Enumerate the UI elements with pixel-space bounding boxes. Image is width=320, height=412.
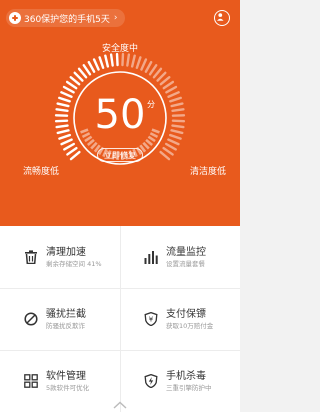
gauge-tick — [152, 67, 163, 79]
gauge-inner-tick — [86, 138, 95, 146]
gauge-tick — [121, 52, 125, 67]
feature-grid: 清理加速 剩余存储空间 41% 流量监控 设置流量套餐 骚扰拦截 防骚扰反欺诈 … — [0, 226, 240, 412]
top-bar: 360保护您的手机5天 › — [0, 0, 240, 34]
feature-title: 清理加速 — [46, 246, 86, 258]
gauge-tick — [62, 85, 75, 94]
gauge-tick — [115, 52, 119, 67]
gauge-tick — [148, 64, 158, 76]
safety-status: 安全度中 — [101, 44, 138, 54]
feature-app-manager[interactable]: 软件管理 5款软件可优化 — [0, 350, 120, 412]
feature-subtitle: 5款软件可优化 — [46, 383, 90, 392]
trash-icon — [25, 250, 37, 264]
feature-subtitle: 三重引擎防护中 — [166, 383, 212, 392]
gauge-tick — [135, 56, 142, 69]
chevron-up-icon[interactable] — [113, 401, 127, 409]
feature-title: 支付保镖 — [166, 308, 206, 320]
gauge-inner-tick — [145, 138, 154, 146]
gauge-inner-tick — [142, 141, 150, 150]
score-value: 50 — [94, 92, 146, 138]
feature-title: 流量监控 — [166, 246, 206, 258]
yen-shield-icon: ¥ — [144, 312, 158, 326]
gauge-tick — [156, 71, 167, 82]
gauge-tick — [98, 56, 105, 69]
feature-subtitle: 设置流量套餐 — [166, 259, 205, 268]
gauge-inner-tick — [84, 135, 93, 143]
gauge-tick — [109, 53, 114, 67]
gauge-tick — [168, 133, 182, 140]
gauge-tick — [58, 133, 72, 140]
score-panel: 360保护您的手机5天 › 安全度中 50 分 立即修复 流畅度低 清洁度低 — [0, 0, 240, 226]
profile-button[interactable] — [214, 10, 230, 26]
feature-subtitle: 获取10万赔付金 — [166, 321, 214, 330]
gauge-tick — [82, 64, 92, 76]
gauge-tick — [65, 80, 78, 90]
apps-grid-icon — [24, 374, 38, 388]
plus-shield-icon — [9, 12, 21, 24]
gauge-tick — [63, 142, 76, 151]
protection-days-label: 360保护您的手机5天 — [24, 14, 110, 25]
user-icon — [217, 13, 224, 21]
feature-subtitle: 防骚扰反欺诈 — [46, 321, 85, 330]
feature-subtitle: 剩余存储空间 41% — [46, 259, 102, 268]
gauge-tick — [77, 67, 88, 79]
gauge-inner-tick — [147, 135, 156, 143]
gauge-tick — [144, 60, 153, 73]
gauge-tick — [104, 54, 110, 68]
gauge-tick — [165, 85, 178, 94]
feature-harass-block[interactable]: 骚扰拦截 防骚扰反欺诈 — [0, 288, 120, 350]
gauge-tick — [159, 150, 171, 161]
chevron-right-icon: › — [113, 13, 118, 23]
svg-text:¥: ¥ — [149, 316, 154, 324]
gauge-tick — [66, 146, 78, 156]
feature-payment-guard[interactable]: ¥ 支付保镖 获取10万赔付金 — [120, 288, 240, 350]
gauge-tick — [140, 58, 148, 71]
block-icon — [24, 312, 38, 326]
gauge-inner-tick — [90, 141, 98, 150]
gauge-tick — [92, 58, 100, 71]
lightning-shield-icon — [144, 374, 158, 388]
gauge-tick — [162, 80, 175, 90]
gauge-tick — [162, 146, 174, 156]
gauge-tick — [73, 71, 84, 82]
gauge-tick — [60, 138, 73, 146]
gauge-tick — [69, 76, 81, 86]
gauge-tick — [164, 142, 177, 151]
feature-traffic[interactable]: 流量监控 设置流量套餐 — [120, 226, 240, 288]
protection-days-button[interactable]: 360保护您的手机5天 › — [6, 9, 125, 27]
gauge-tick — [167, 138, 180, 146]
feature-antivirus[interactable]: 手机杀毒 三重引擎防护中 — [120, 350, 240, 412]
gauge-tick — [159, 76, 171, 86]
gauge-tick — [87, 60, 96, 73]
traffic-bars-icon — [144, 251, 158, 264]
feature-title: 手机杀毒 — [166, 370, 206, 382]
feature-cleanup[interactable]: 清理加速 剩余存储空间 41% — [0, 226, 120, 288]
feature-title: 骚扰拦截 — [46, 308, 86, 320]
feature-title: 软件管理 — [46, 370, 86, 382]
cleanliness-label: 清洁度低 — [190, 167, 227, 177]
score-unit: 分 — [147, 100, 155, 109]
gauge-tick — [130, 54, 136, 68]
fix-now-button[interactable]: 立即修复 — [97, 148, 143, 162]
fluency-label: 流畅度低 — [23, 167, 60, 177]
gauge-tick — [126, 53, 131, 67]
gauge-tick — [69, 150, 81, 161]
